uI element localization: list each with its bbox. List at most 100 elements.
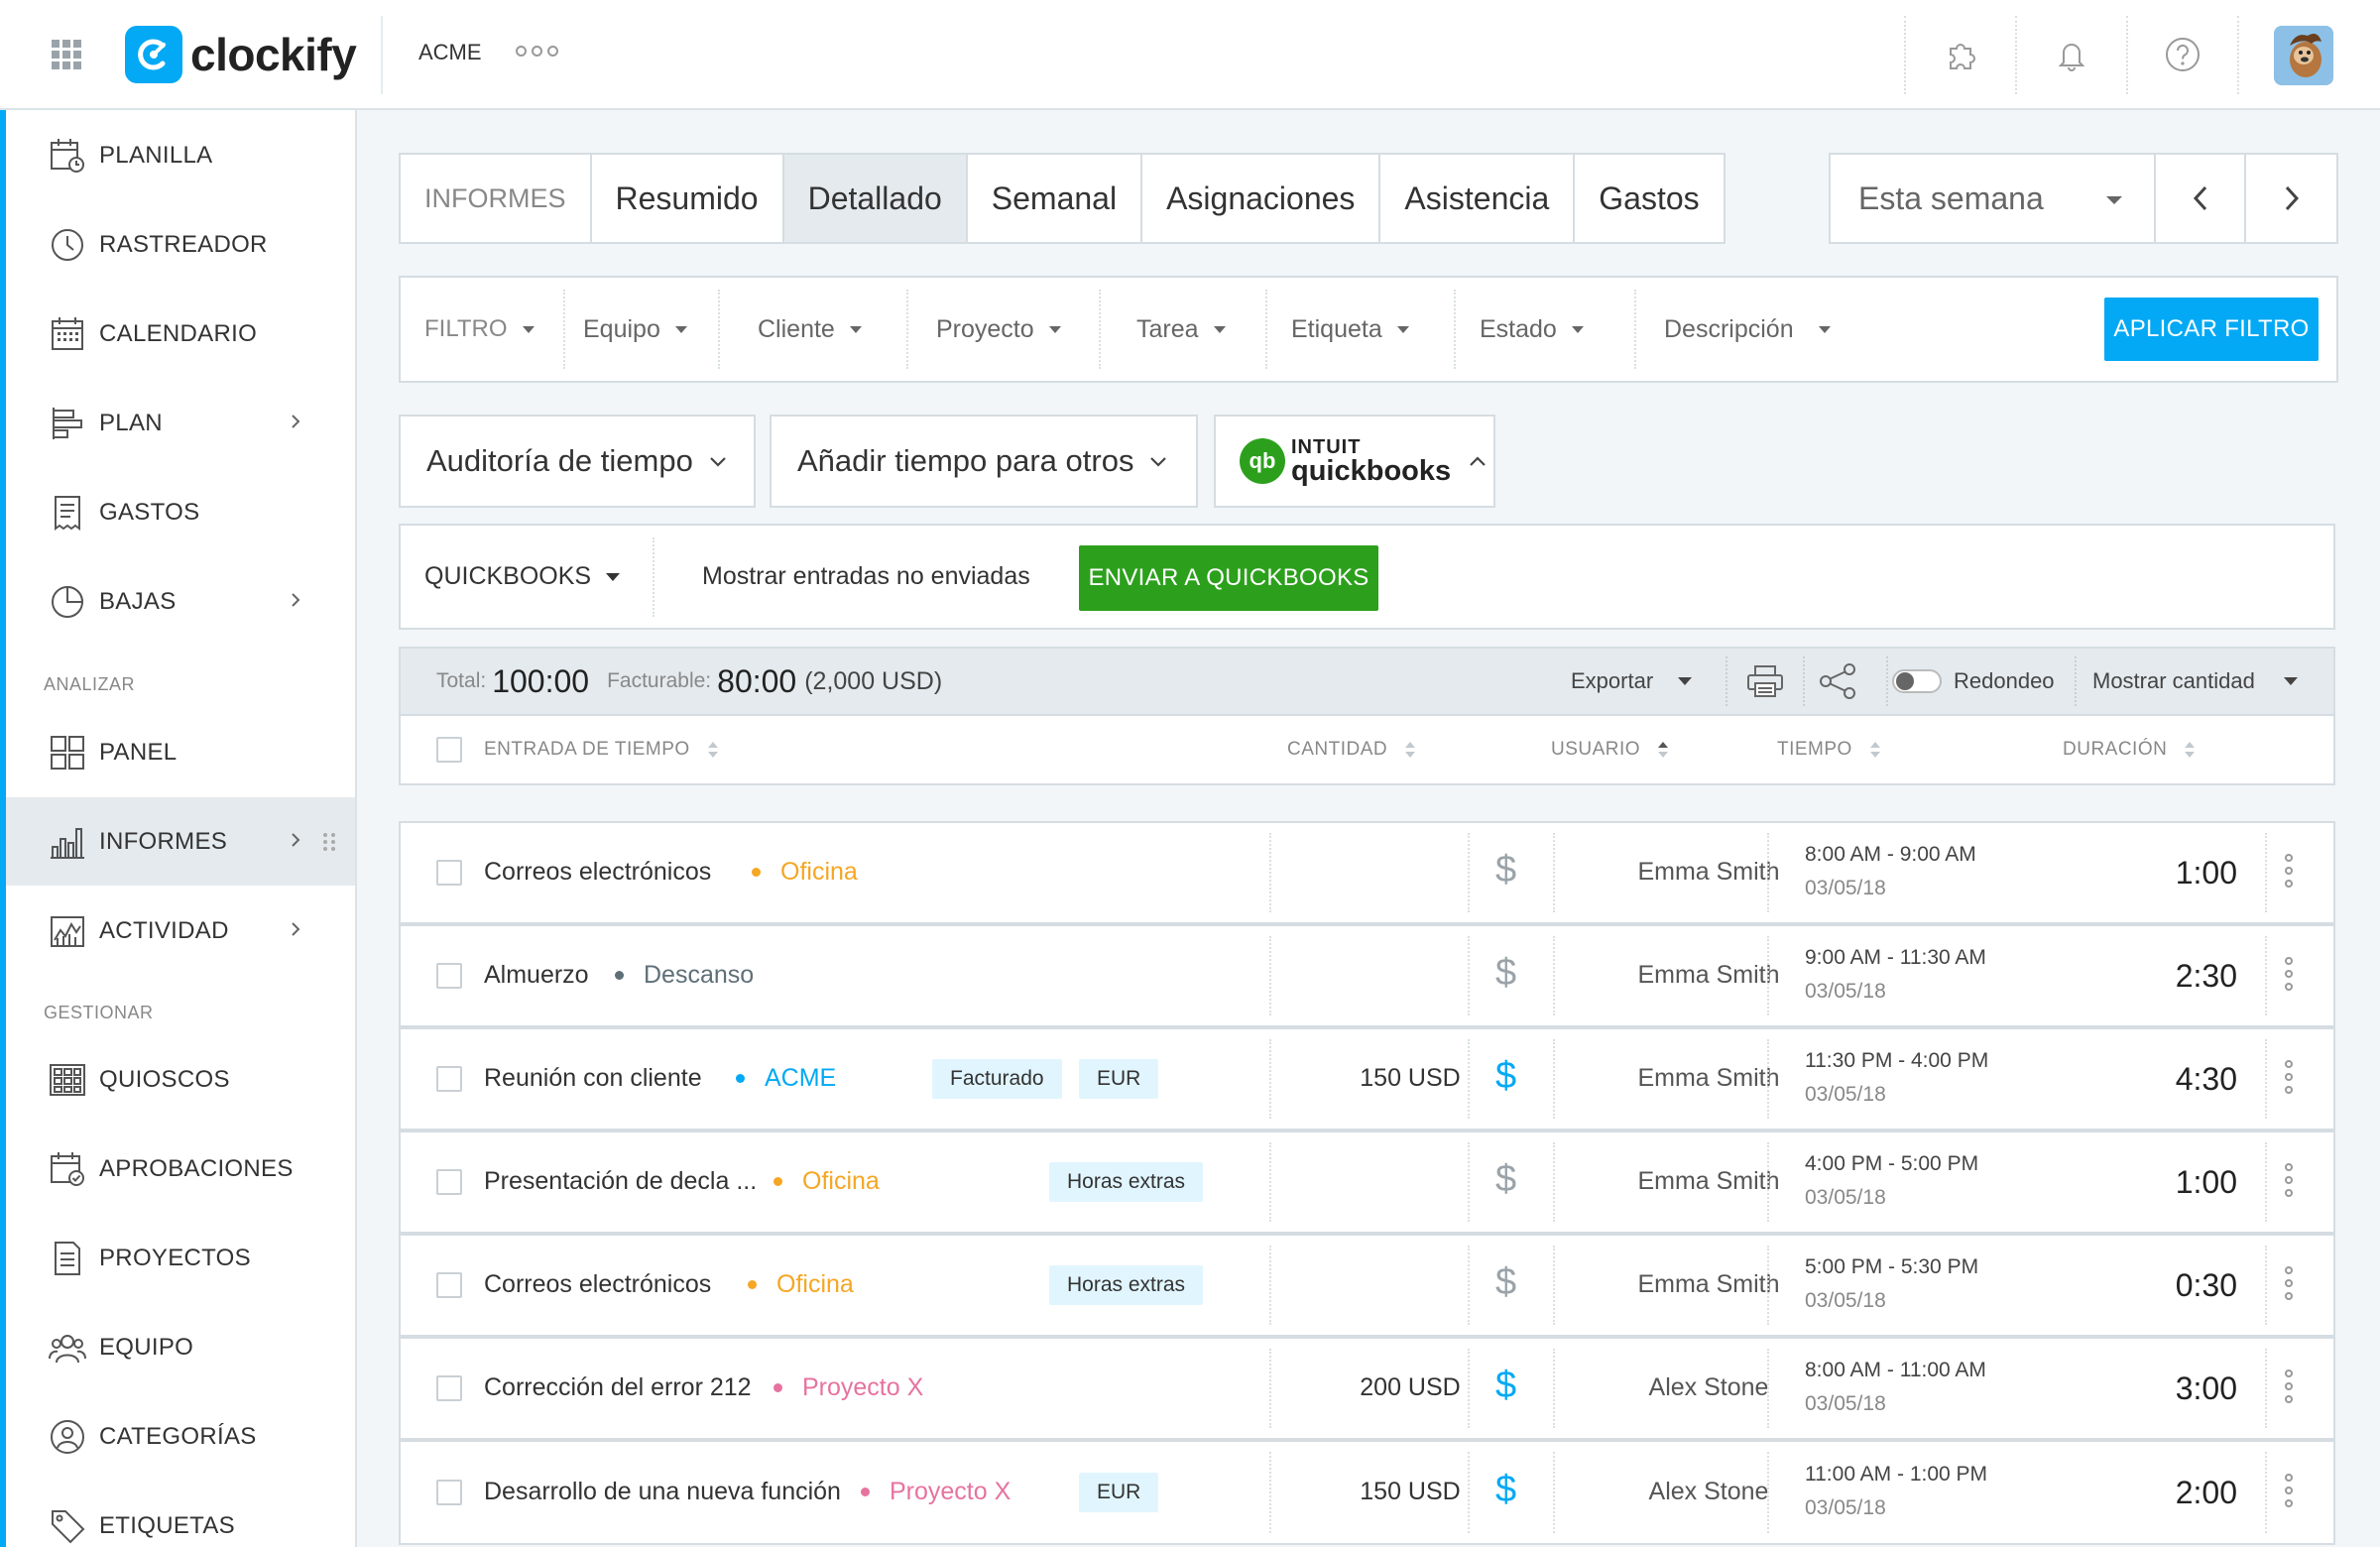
apply-filter-button[interactable]: APLICAR FILTRO [2104, 298, 2319, 361]
entry-user[interactable]: Emma Smith [1593, 1064, 1825, 1093]
tab-resumido[interactable]: Resumido [592, 155, 784, 242]
entry-tag[interactable]: Horas extras [1049, 1265, 1204, 1305]
table-row[interactable]: Correos electrónicos Oficina $ Emma Smith 8:… [399, 821, 2335, 924]
next-period-button[interactable] [2246, 155, 2336, 242]
entry-user[interactable]: Emma Smith [1593, 1270, 1825, 1299]
column-user[interactable]: USUARIO [1551, 716, 1670, 783]
table-row[interactable]: Desarrollo de una nueva función Proyecto … [399, 1440, 2335, 1545]
print-button[interactable] [1745, 649, 1785, 714]
entry-duration[interactable]: 4:30 [2116, 1061, 2237, 1098]
entry-description[interactable]: Corrección del error 212 [484, 1373, 752, 1402]
entry-project[interactable]: Descanso [615, 961, 754, 990]
rounding-toggle[interactable]: Redondeo [1892, 649, 2055, 714]
row-checkbox[interactable] [436, 860, 462, 886]
filter-etiqueta[interactable]: Etiqueta [1291, 278, 1410, 381]
entry-project[interactable]: ACME [736, 1064, 836, 1093]
more-options-icon[interactable] [2285, 1163, 2293, 1197]
entry-tag[interactable]: Facturado [932, 1059, 1062, 1099]
date-range-select[interactable]: Esta semana [1831, 155, 2156, 242]
sidebar-item-categorias[interactable]: CATEGORÍAS [6, 1392, 355, 1481]
row-checkbox[interactable] [436, 1480, 462, 1505]
more-options-icon[interactable] [2285, 1369, 2293, 1403]
addons-puzzle-icon[interactable] [1940, 34, 1981, 75]
sidebar-item-plan[interactable]: PLAN [6, 379, 355, 467]
user-avatar[interactable] [2274, 26, 2333, 85]
entry-description[interactable]: Desarrollo de una nueva función [484, 1478, 841, 1506]
entry-time[interactable]: 4:00 PM - 5:00 PM 03/05/18 [1805, 1152, 1978, 1210]
filter-estado[interactable]: Estado [1480, 278, 1585, 381]
column-duration[interactable]: DURACIÓN [2063, 716, 2197, 783]
more-options-icon[interactable] [2285, 1060, 2293, 1094]
entry-user[interactable]: Emma Smith [1593, 961, 1825, 990]
entry-time[interactable]: 5:00 PM - 5:30 PM 03/05/18 [1805, 1255, 1978, 1313]
previous-period-button[interactable] [2156, 155, 2246, 242]
entry-description[interactable]: Presentación de decla ... [484, 1167, 757, 1196]
filter-equipo[interactable]: Equipo [583, 278, 688, 381]
entry-description[interactable]: Reunión con cliente [484, 1064, 702, 1093]
tab-gastos[interactable]: Gastos [1575, 155, 1723, 242]
filter-tarea[interactable]: Tarea [1136, 278, 1227, 381]
show-unsent-entries-link[interactable]: Mostrar entradas no enviadas [702, 526, 1030, 628]
table-row[interactable]: Presentación de decla ... Oficina Horas ex… [399, 1130, 2335, 1234]
entry-description[interactable]: Correos electrónicos [484, 858, 711, 887]
entry-time[interactable]: 9:00 AM - 11:30 AM 03/05/18 [1805, 946, 1986, 1004]
table-row[interactable]: Correos electrónicos Oficina Horas extras $… [399, 1234, 2335, 1337]
entry-duration[interactable]: 3:00 [2116, 1370, 2237, 1407]
filter-proyecto[interactable]: Proyecto [936, 278, 1062, 381]
workspace-name[interactable]: ACME [418, 40, 482, 65]
more-options-icon[interactable] [2285, 854, 2293, 888]
entry-description[interactable]: Correos electrónicos [484, 1270, 711, 1299]
table-row[interactable]: Corrección del error 212 Proyecto X 200 US… [399, 1337, 2335, 1440]
share-button[interactable] [1817, 649, 1858, 714]
more-options-icon[interactable] [2285, 1266, 2293, 1300]
sidebar-item-aprobaciones[interactable]: APROBACIONES [6, 1125, 355, 1213]
entry-time[interactable]: 8:00 AM - 11:00 AM 03/05/18 [1805, 1359, 1986, 1416]
entry-project[interactable]: Proyecto X [774, 1373, 923, 1402]
entry-project[interactable]: Oficina [774, 1167, 880, 1196]
time-audit-dropdown[interactable]: Auditoría de tiempo [399, 415, 756, 508]
billable-dollar-icon[interactable]: $ [1495, 849, 1516, 892]
chevron-right-icon[interactable] [290, 411, 301, 436]
apps-grid-icon[interactable] [52, 40, 81, 69]
row-checkbox[interactable] [436, 963, 462, 989]
entry-time[interactable]: 8:00 AM - 9:00 AM 03/05/18 [1805, 843, 1976, 900]
billable-dollar-icon[interactable]: $ [1495, 1469, 1516, 1511]
entry-user[interactable]: Alex Stone [1593, 1373, 1825, 1402]
bell-icon[interactable] [2051, 34, 2092, 75]
row-checkbox[interactable] [436, 1169, 462, 1195]
column-entry[interactable]: ENTRADA DE TIEMPO [484, 716, 720, 783]
table-row[interactable]: Reunión con cliente ACME Facturado EUR 150 U… [399, 1027, 2335, 1130]
add-time-for-others-dropdown[interactable]: Añadir tiempo para otros [770, 415, 1198, 508]
sidebar-item-rastreador[interactable]: RASTREADOR [6, 200, 355, 289]
row-checkbox[interactable] [436, 1375, 462, 1401]
sidebar-item-gastos[interactable]: GASTOS [6, 468, 355, 556]
filter-cliente[interactable]: Cliente [758, 278, 863, 381]
table-row[interactable]: Almuerzo Descanso $ Emma Smith 9:00 AM - 11:… [399, 924, 2335, 1027]
entry-project[interactable]: Proyecto X [861, 1478, 1011, 1506]
billable-dollar-icon[interactable]: $ [1495, 952, 1516, 995]
billable-dollar-icon[interactable]: $ [1495, 1055, 1516, 1098]
entry-user[interactable]: Emma Smith [1593, 1167, 1825, 1196]
more-options-icon[interactable] [2285, 1474, 2293, 1507]
clockify-logo[interactable]: clockify [125, 26, 357, 83]
chevron-right-icon[interactable] [290, 589, 301, 615]
billable-dollar-icon[interactable]: $ [1495, 1365, 1516, 1407]
entry-tag[interactable]: Horas extras [1049, 1162, 1204, 1202]
sidebar-item-panel[interactable]: PANEL [6, 708, 355, 796]
tab-detallado[interactable]: Detallado [783, 155, 968, 242]
entry-project[interactable]: Oficina [752, 858, 858, 887]
sidebar-item-etiquetas[interactable]: ETIQUETAS [6, 1482, 355, 1547]
send-to-quickbooks-button[interactable]: ENVIAR A QUICKBOOKS [1079, 545, 1378, 611]
billable-dollar-icon[interactable]: $ [1495, 1158, 1516, 1201]
quickbooks-integration-toggle[interactable]: qb INTUIT quickbooks [1214, 415, 1495, 508]
row-checkbox[interactable] [436, 1066, 462, 1092]
tab-asistencia[interactable]: Asistencia [1380, 155, 1576, 242]
sidebar-item-calendario[interactable]: CALENDARIO [6, 290, 355, 378]
entry-duration[interactable]: 1:00 [2116, 855, 2237, 892]
entry-time[interactable]: 11:30 PM - 4:00 PM 03/05/18 [1805, 1049, 1988, 1107]
entry-user[interactable]: Emma Smith [1593, 858, 1825, 887]
entry-user[interactable]: Alex Stone [1593, 1478, 1825, 1506]
workspace-menu-icon[interactable] [516, 46, 558, 57]
entry-tag[interactable]: EUR [1079, 1059, 1159, 1099]
sidebar-item-planilla[interactable]: PLANILLA [6, 111, 355, 199]
